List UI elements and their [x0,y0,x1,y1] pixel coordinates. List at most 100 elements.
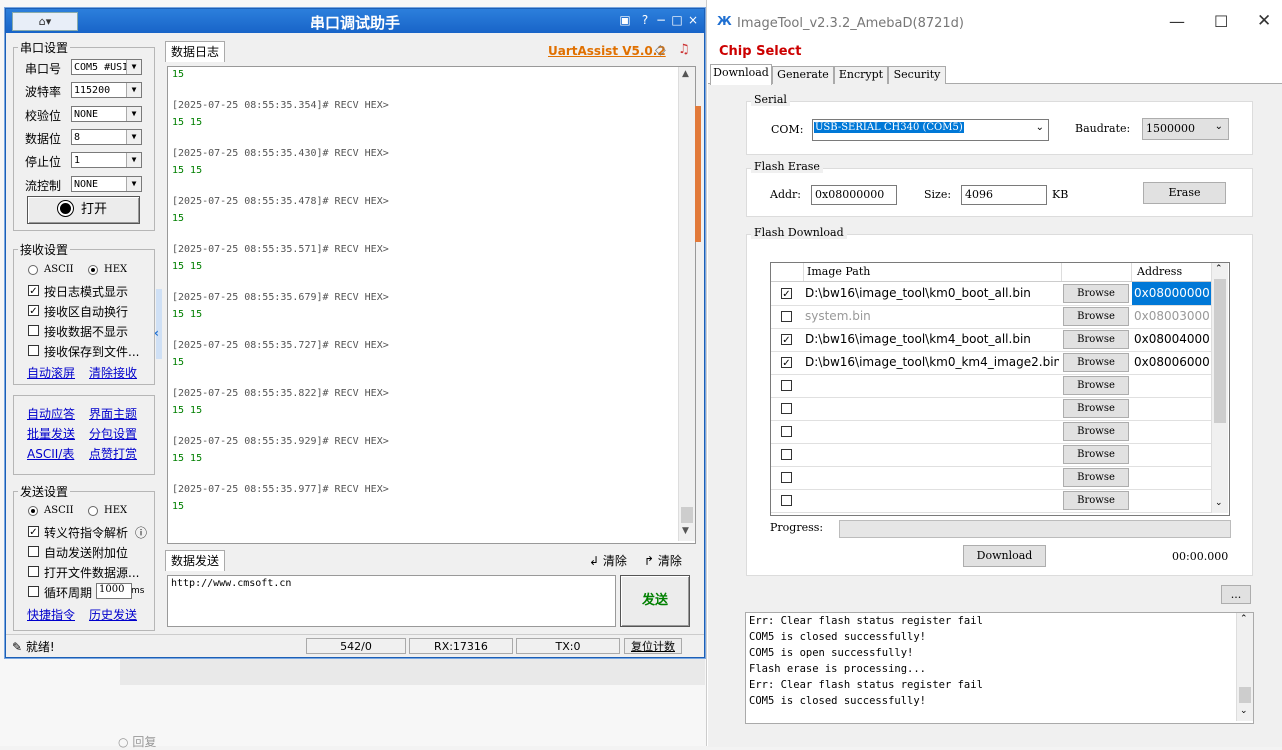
loop-period-input[interactable]: 1000 [96,583,132,599]
recv-hex-radio[interactable] [88,265,98,275]
send-ascii-radio[interactable] [28,506,38,516]
scroll-up-icon[interactable]: ▲ [682,69,689,79]
image-row-checkbox[interactable]: ✓ [781,334,792,346]
image-address-cell[interactable] [1132,443,1211,466]
more-button[interactable]: ... [1221,585,1251,604]
minimize-icon[interactable]: — [1169,12,1185,31]
tab-generate[interactable]: Generate [772,66,834,84]
image-path-cell[interactable] [805,374,1059,397]
clear-send-button-1[interactable]: ↲ 清除 [589,552,627,569]
image-row-checkbox[interactable] [781,426,792,437]
baudrate-select[interactable]: 1500000 ⌄ [1142,118,1229,140]
recv-option-checkbox[interactable]: ✓ [28,285,39,297]
port-field-select[interactable]: 115200 ▼ [71,82,142,99]
browse-button[interactable]: Browse [1063,330,1129,349]
browse-button[interactable]: Browse [1063,399,1129,418]
quick-commands-link[interactable]: 快捷指令 [27,606,75,623]
send-option-checkbox[interactable] [28,566,39,577]
scroll-up-icon[interactable]: ⌃ [1215,264,1223,274]
erase-button[interactable]: Erase [1143,182,1226,204]
image-row-checkbox[interactable] [781,403,792,414]
tab-data-log[interactable]: 数据日志 [165,41,225,62]
image-path-cell[interactable]: D:\bw16\image_tool\km0_boot_all.bin [805,282,1059,305]
image-address-cell[interactable]: 0x08006000 [1132,351,1211,374]
open-port-button[interactable]: 打开 [27,196,140,224]
info-icon[interactable]: ⓘ [135,524,147,541]
close-icon[interactable]: × [686,13,700,27]
send-option-checkbox[interactable] [28,546,39,557]
tool-link[interactable]: 点赞打赏 [89,445,137,462]
close-icon[interactable]: ✕ [1257,11,1271,31]
image-row-checkbox[interactable]: ✓ [781,288,792,300]
send-history-link[interactable]: 历史发送 [89,606,137,623]
reset-count-button[interactable]: 复位计数 [624,638,682,654]
tool-link[interactable]: 分包设置 [89,425,137,442]
scroll-up-icon[interactable]: ⌃ [1240,614,1248,624]
browse-button[interactable]: Browse [1063,353,1129,372]
console-scroll-thumb[interactable] [1239,687,1251,703]
tab-encrypt[interactable]: Encrypt [834,66,888,84]
clear-send-button-2[interactable]: ↱ 清除 [644,552,682,569]
image-path-cell[interactable]: D:\bw16\image_tool\km0_km4_image2.bin [805,351,1059,374]
log-scroll-thumb[interactable] [681,507,693,523]
log-scrollbar[interactable]: ▲ ▼ [678,67,695,541]
image-row-checkbox[interactable] [781,449,792,460]
maximize-icon[interactable]: ☐ [1214,12,1228,31]
port-field-select[interactable]: NONE ▼ [71,175,142,192]
tab-security[interactable]: Security [888,66,946,84]
image-address-cell[interactable] [1132,374,1211,397]
browse-button[interactable]: Browse [1063,307,1129,326]
send-option-checkbox[interactable] [28,586,39,597]
download-button[interactable]: Download [963,545,1046,567]
send-text-input[interactable]: http://www.cmsoft.cn [167,575,616,627]
help-icon[interactable]: ? [638,13,652,27]
scroll-down-icon[interactable]: ⌄ [1240,706,1248,716]
image-address-cell[interactable] [1132,397,1211,420]
image-row-checkbox[interactable] [781,311,792,322]
uart-brand-link[interactable]: UartAssist V5.0.2 [548,44,666,58]
image-path-cell[interactable]: system.bin [805,305,1059,328]
recv-option-checkbox[interactable] [28,345,39,356]
image-address-cell[interactable] [1132,489,1211,512]
table-scrollbar[interactable]: ⌃ ⌄ [1211,263,1228,513]
tool-link[interactable]: 自动应答 [27,405,75,422]
image-row-checkbox[interactable]: ✓ [781,357,792,369]
scroll-down-icon[interactable]: ⌄ [1215,498,1223,508]
erase-addr-input[interactable]: 0x08000000 [811,185,897,205]
browse-button[interactable]: Browse [1063,491,1129,510]
scroll-down-icon[interactable]: ▼ [682,526,689,536]
minimize-icon[interactable]: − [654,13,668,27]
image-path-cell[interactable] [805,397,1059,420]
table-scroll-thumb[interactable] [1214,279,1226,423]
send-hex-radio[interactable] [88,506,98,516]
chip-select-menu[interactable]: Chip Select [719,44,801,59]
diamond-icon[interactable]: ◇ [655,42,666,58]
com-select[interactable]: USB-SERIAL CH340 (COM5) ⌄ [812,119,1049,141]
port-field-select[interactable]: NONE ▼ [71,105,142,122]
browse-button[interactable]: Browse [1063,468,1129,487]
erase-size-input[interactable]: 4096 [961,185,1047,205]
send-option-checkbox[interactable]: ✓ [28,526,39,538]
tab-download[interactable]: Download [710,64,772,85]
image-address-cell[interactable] [1132,466,1211,489]
reply-link[interactable]: ○ 回复 [118,733,156,750]
receive-log-area[interactable]: 15 [2025-07-25 08:55:35.354]# RECV HEX> 15… [167,66,696,544]
pin-icon[interactable]: ▣ [618,13,632,27]
tool-link[interactable]: ASCII/表 [27,445,74,462]
tool-link[interactable]: 批量发送 [27,425,75,442]
auto-scroll-link[interactable]: 自动滚屏 [27,364,75,381]
image-row-checkbox[interactable] [781,472,792,483]
port-field-select[interactable]: COM5 #USI ▼ [71,59,142,75]
image-path-cell[interactable] [805,443,1059,466]
image-path-cell[interactable]: D:\bw16\image_tool\km4_boot_all.bin [805,328,1059,351]
browse-button[interactable]: Browse [1063,422,1129,441]
browse-button[interactable]: Browse [1063,376,1129,395]
image-address-cell[interactable]: 0x08004000 [1132,328,1211,351]
image-address-cell[interactable]: 0x08003000 [1132,305,1211,328]
tool-link[interactable]: 界面主题 [89,405,137,422]
clear-receive-link[interactable]: 清除接收 [89,364,137,381]
image-path-cell[interactable] [805,466,1059,489]
browse-button[interactable]: Browse [1063,284,1129,303]
maximize-icon[interactable]: □ [670,13,684,27]
image-path-cell[interactable] [805,489,1059,512]
